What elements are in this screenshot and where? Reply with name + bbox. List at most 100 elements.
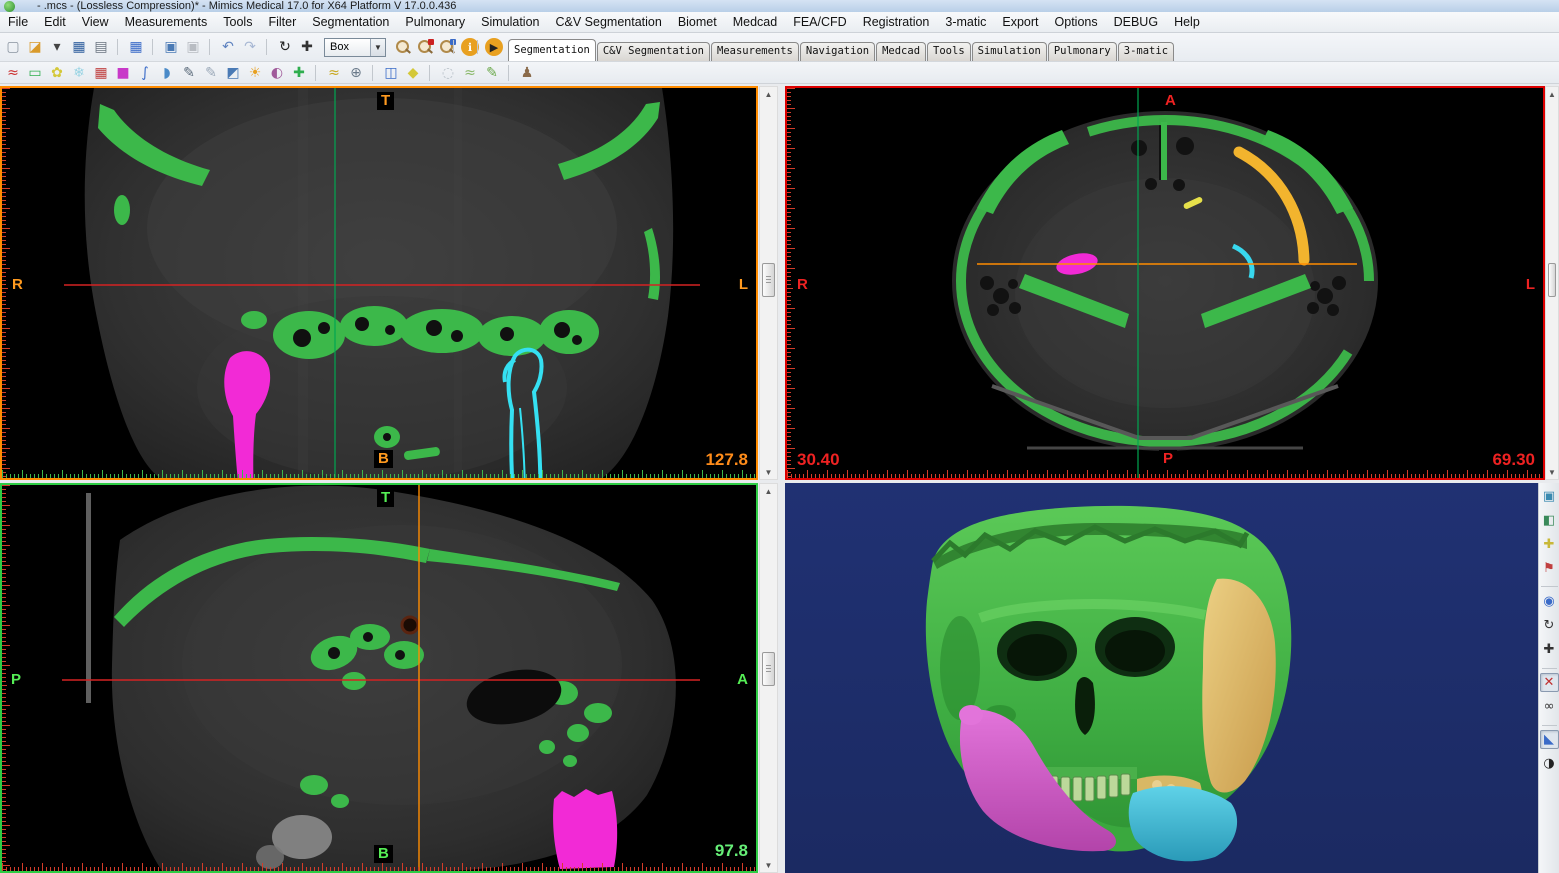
module-tab[interactable]: C&V Segmentation [597,42,710,61]
open-file-icon[interactable]: ◪ [24,37,46,57]
cube-view-icon[interactable]: ◧ [1540,511,1559,530]
coronal-scrollbar[interactable]: ▲ ▼ [759,86,778,480]
orientation-label-top: A [1161,92,1180,110]
rotate-3d-icon[interactable]: ↻ [1540,616,1559,635]
region-growing-icon[interactable]: ✿ [46,63,68,83]
scrollbar-thumb[interactable] [762,652,775,686]
invert-contrast-icon[interactable]: ◑ [1540,754,1559,773]
menu-item[interactable]: Filter [260,12,304,32]
menu-item[interactable]: Segmentation [304,12,397,32]
sagittal-marker-dot [402,617,418,633]
scrollbar-thumb[interactable] [1548,263,1556,297]
anatomy-reference-icon[interactable]: ♟ [516,63,538,83]
thresholding-icon[interactable]: ≈ [2,63,24,83]
multiple-slice-edit-icon[interactable]: ◗ [156,63,178,83]
coronal-viewport[interactable]: T B R L 127.8 [0,86,758,480]
module-tab[interactable]: Medcad [876,42,926,61]
redo-icon[interactable]: ↷ [239,37,261,57]
module-tab[interactable]: Simulation [972,42,1047,61]
module-tab[interactable]: 3-matic [1118,42,1174,61]
smart-fill-icon[interactable]: ☀ [244,63,266,83]
menu-item[interactable]: 3-matic [937,12,994,32]
magnify-icon[interactable] [392,37,414,57]
calculate-polylines-icon[interactable]: ≈ [459,63,481,83]
dynamic-region-growing-icon[interactable]: ❄ [68,63,90,83]
scroll-down-arrow[interactable]: ▼ [760,465,777,479]
histogram-icon[interactable]: ◣ [1540,730,1559,749]
zoom-mode-dropdown[interactable]: Box ▼ [324,38,386,57]
orientation-label-bottom: P [1159,450,1177,468]
menu-item[interactable]: Simulation [473,12,547,32]
edit-mask-3d-icon[interactable]: ◩ [222,63,244,83]
menu-item[interactable]: File [0,12,36,32]
crop-resize-icon[interactable]: ✚ [288,63,310,83]
menu-item[interactable]: Measurements [117,12,216,32]
lasso-edit-icon[interactable]: ✎ [200,63,222,83]
export-3d-icon[interactable]: ◫ [380,63,402,83]
scrollbar-thumb[interactable] [762,263,775,297]
viewport-layout-icon[interactable]: ▣ [1540,487,1559,506]
menu-item[interactable]: Export [994,12,1046,32]
rotate-icon[interactable]: ↻ [274,37,296,57]
module-tab[interactable]: Tools [927,42,971,61]
new-document-icon[interactable]: ▢ [2,37,24,57]
title-bar[interactable]: - .mcs - (Lossless Compression)* - Mimic… [0,0,1559,12]
create-profile-line-icon[interactable]: ⊕ [345,63,367,83]
axial-scrollbar[interactable]: ▲ ▼ [1545,86,1559,480]
axial-viewport[interactable]: A P R L 30.40 69.30 [785,86,1545,480]
scroll-up-arrow[interactable]: ▲ [760,484,777,498]
menu-item[interactable]: DEBUG [1106,12,1166,32]
orientation-label-left: R [793,276,812,294]
zoom-box-icon[interactable] [436,37,458,57]
menu-item[interactable]: Registration [855,12,938,32]
pan-icon[interactable]: ✚ [296,37,318,57]
open-dropdown-caret[interactable]: ▾ [46,37,68,57]
module-tab[interactable]: Pulmonary [1048,42,1117,61]
scroll-down-arrow[interactable]: ▼ [1546,465,1558,479]
menu-item[interactable]: Options [1047,12,1106,32]
calculate-3d-icon[interactable]: ≈ [323,63,345,83]
sagittal-scrollbar[interactable]: ▲ ▼ [759,483,778,873]
measure-draw-icon[interactable]: ✎ [481,63,503,83]
edit-mask-pencil-icon[interactable]: ✎ [178,63,200,83]
grab-view-icon[interactable]: ◌ [437,63,459,83]
menu-item[interactable]: C&V Segmentation [548,12,670,32]
pan-3d-icon[interactable]: ✚ [1540,640,1559,659]
tile-views-icon[interactable]: ▦ [125,37,147,57]
save-icon[interactable]: ▦ [68,37,90,57]
menu-item[interactable]: Medcad [725,12,785,32]
paste-icon[interactable]: ▣ [182,37,204,57]
annotate-tag-icon[interactable]: ◆ [402,63,424,83]
menu-item[interactable]: FEA/CFD [785,12,854,32]
axes-indicator-icon[interactable]: ✕ [1540,673,1559,692]
menu-item[interactable]: Pulmonary [397,12,473,32]
sagittal-viewport[interactable]: T B P A 97.8 [0,483,758,873]
module-tab[interactable]: Navigation [800,42,875,61]
menu-item[interactable]: Tools [215,12,260,32]
boolean-operations-icon[interactable]: ▦ [90,63,112,83]
menu-item[interactable]: View [74,12,117,32]
crop-mask-icon[interactable]: ▭ [24,63,46,83]
undo-icon[interactable]: ↶ [217,37,239,57]
morphology-operations-icon[interactable]: ∫ [134,63,156,83]
scroll-down-arrow[interactable]: ▼ [760,858,777,872]
menu-item[interactable]: Edit [36,12,74,32]
menu-item[interactable]: Biomet [670,12,725,32]
orientation-flag-icon[interactable]: ⚑ [1540,559,1559,578]
cavity-fill-icon[interactable]: ◐ [266,63,288,83]
print-icon[interactable]: ▤ [90,37,112,57]
context-help-icon[interactable]: ▶ [485,38,503,56]
three-d-viewport[interactable] [785,483,1538,873]
move-cross-icon[interactable]: ✚ [1540,535,1559,554]
menu-item[interactable]: Help [1166,12,1208,32]
edit-masks-icon[interactable]: ■ [112,63,134,83]
visibility-eye-icon[interactable]: ◉ [1540,592,1559,611]
module-tab[interactable]: Measurements [711,42,799,61]
module-tab[interactable]: Segmentation [508,39,596,61]
copy-icon[interactable]: ▣ [160,37,182,57]
chevron-down-icon[interactable]: ▼ [370,39,385,56]
zoom-selection-icon[interactable] [414,37,436,57]
stereo-glasses-icon[interactable]: ∞ [1540,697,1559,716]
scroll-up-arrow[interactable]: ▲ [1546,87,1558,101]
scroll-up-arrow[interactable]: ▲ [760,87,777,101]
